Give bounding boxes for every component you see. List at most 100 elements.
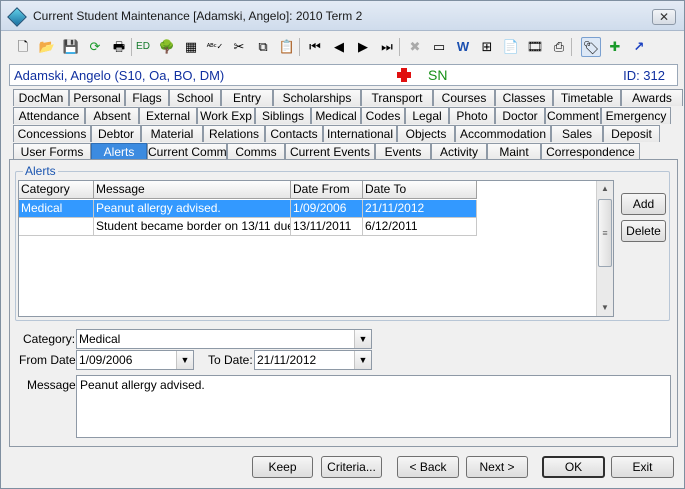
criteria-button[interactable]: Criteria... xyxy=(321,456,382,478)
first-record-icon[interactable]: ⏮ xyxy=(305,37,325,57)
save-icon[interactable]: 💾 xyxy=(61,37,81,57)
next-button[interactable]: Next > xyxy=(466,456,528,478)
cell-date-to[interactable]: 6/12/2011 xyxy=(363,218,477,236)
cell-date-from[interactable]: 1/09/2006 xyxy=(291,200,363,218)
tab-personal[interactable]: Personal xyxy=(69,89,125,106)
tab-comms[interactable]: Comms xyxy=(227,143,285,160)
alerts-scrollbar[interactable]: ▲ ≡ ▼ xyxy=(596,181,613,316)
cell-date-from[interactable]: 13/11/2011 xyxy=(291,218,363,236)
message-textarea[interactable]: Peanut allergy advised. xyxy=(76,375,671,438)
tab-siblings[interactable]: Siblings xyxy=(255,107,311,124)
column-header-date-to[interactable]: Date To xyxy=(363,181,477,199)
chevron-down-icon[interactable]: ▼ xyxy=(354,351,371,369)
tab-activity[interactable]: Activity xyxy=(431,143,487,160)
tree-icon[interactable]: 🌳 xyxy=(157,37,177,57)
edit-icon[interactable]: ED xyxy=(133,37,153,57)
tag-icon[interactable]: 🏷 xyxy=(581,37,601,57)
tab-relations[interactable]: Relations xyxy=(203,125,265,142)
tab-codes[interactable]: Codes xyxy=(361,107,405,124)
add-note-icon[interactable]: ✚ xyxy=(605,37,625,57)
cell-category[interactable]: Medical xyxy=(19,200,94,218)
copy-icon[interactable]: ⧉ xyxy=(253,37,273,57)
scroll-thumb[interactable]: ≡ xyxy=(598,199,612,267)
tab-timetable[interactable]: Timetable xyxy=(553,89,621,106)
tab-transport[interactable]: Transport xyxy=(361,89,433,106)
tab-current-comms[interactable]: Current Comms xyxy=(147,143,227,160)
word-icon[interactable]: W xyxy=(453,37,473,57)
to-date-picker[interactable]: 21/11/2012 ▼ xyxy=(254,350,372,370)
tab-concessions[interactable]: Concessions xyxy=(13,125,91,142)
flag-printer-icon[interactable]: ⎙ xyxy=(549,37,569,57)
paste-icon[interactable]: 📋 xyxy=(277,37,297,57)
tab-scholarships[interactable]: Scholarships xyxy=(273,89,361,106)
tab-current-events[interactable]: Current Events xyxy=(285,143,375,160)
from-date-picker[interactable]: 1/09/2006 ▼ xyxy=(76,350,194,370)
card-icon[interactable]: ▭ xyxy=(429,37,449,57)
tab-attendance[interactable]: Attendance xyxy=(13,107,85,124)
tab-docman[interactable]: DocMan xyxy=(13,89,69,106)
tab-doctor[interactable]: Doctor xyxy=(495,107,545,124)
open-folder-icon[interactable]: 📂 xyxy=(37,37,57,57)
tab-debtor[interactable]: Debtor xyxy=(91,125,141,142)
previous-record-icon[interactable]: ◀ xyxy=(329,37,349,57)
tab-entry[interactable]: Entry xyxy=(221,89,273,106)
exit-button[interactable]: Exit xyxy=(611,456,674,478)
tab-courses[interactable]: Courses xyxy=(433,89,495,106)
print-icon[interactable]: 🖶 xyxy=(109,37,129,57)
tab-external[interactable]: External xyxy=(139,107,197,124)
chevron-down-icon[interactable]: ▼ xyxy=(176,351,193,369)
tab-awards[interactable]: Awards xyxy=(621,89,683,106)
tab-comment[interactable]: Comment xyxy=(545,107,601,124)
scroll-up-icon[interactable]: ▲ xyxy=(597,181,613,197)
tab-school[interactable]: School xyxy=(169,89,221,106)
tab-accommodation[interactable]: Accommodation xyxy=(455,125,551,142)
keep-button[interactable]: Keep xyxy=(252,456,313,478)
tab-user-forms[interactable]: User Forms xyxy=(13,143,91,160)
delete-button[interactable]: Delete xyxy=(621,220,666,242)
add-button[interactable]: Add xyxy=(621,193,666,215)
column-header-date-from[interactable]: Date From xyxy=(291,181,363,199)
tab-correspondence[interactable]: Correspondence xyxy=(541,143,640,160)
tab-classes[interactable]: Classes xyxy=(495,89,553,106)
cell-category[interactable] xyxy=(19,218,94,236)
tab-flags[interactable]: Flags xyxy=(125,89,169,106)
grid-tool-icon[interactable]: ⊞ xyxy=(477,37,497,57)
spellcheck-icon[interactable]: ᴬᴮᶜ✓ xyxy=(205,37,225,57)
cell-date-to[interactable]: 21/11/2012 xyxy=(363,200,477,218)
calculator-icon[interactable]: ▦ xyxy=(181,37,201,57)
tab-legal[interactable]: Legal xyxy=(405,107,449,124)
tab-material[interactable]: Material xyxy=(141,125,203,142)
category-select[interactable]: Medical ▼ xyxy=(76,329,372,349)
scroll-down-icon[interactable]: ▼ xyxy=(597,300,613,316)
chevron-down-icon[interactable]: ▼ xyxy=(354,330,371,348)
ok-button[interactable]: OK xyxy=(542,456,605,478)
new-document-icon[interactable]: 🗋 xyxy=(13,37,33,57)
tab-alerts[interactable]: Alerts xyxy=(91,143,147,160)
tab-contacts[interactable]: Contacts xyxy=(265,125,323,142)
tab-medical[interactable]: Medical xyxy=(311,107,361,124)
tab-sales[interactable]: Sales xyxy=(551,125,603,142)
back-button[interactable]: < Back xyxy=(397,456,459,478)
tab-maint[interactable]: Maint xyxy=(487,143,541,160)
close-button[interactable]: ✕ xyxy=(652,9,676,25)
tab-absent[interactable]: Absent xyxy=(85,107,139,124)
cell-message[interactable]: Peanut allergy advised. xyxy=(94,200,291,218)
tab-objects[interactable]: Objects xyxy=(397,125,455,142)
column-header-category[interactable]: Category xyxy=(19,181,94,199)
tab-photo[interactable]: Photo xyxy=(449,107,495,124)
tab-deposit[interactable]: Deposit xyxy=(603,125,660,142)
refresh-icon[interactable]: ⟳ xyxy=(85,37,105,57)
next-record-icon[interactable]: ▶ xyxy=(353,37,373,57)
film-icon[interactable]: 🎞 xyxy=(525,37,545,57)
tab-work-exp[interactable]: Work Exp xyxy=(197,107,255,124)
tab-international[interactable]: International xyxy=(323,125,397,142)
column-header-message[interactable]: Message xyxy=(94,181,291,199)
tab-emergency[interactable]: Emergency xyxy=(601,107,671,124)
clipboard-icon[interactable]: 📄 xyxy=(501,37,521,57)
cut-icon[interactable]: ✂ xyxy=(229,37,249,57)
last-record-icon[interactable]: ⏭ xyxy=(377,37,397,57)
tab-events[interactable]: Events xyxy=(375,143,431,160)
arrow-pointer-icon[interactable]: ↗ xyxy=(629,37,649,57)
cell-message[interactable]: Student became border on 13/11 due to xyxy=(94,218,291,236)
delete-icon[interactable]: ✖ xyxy=(405,37,425,57)
